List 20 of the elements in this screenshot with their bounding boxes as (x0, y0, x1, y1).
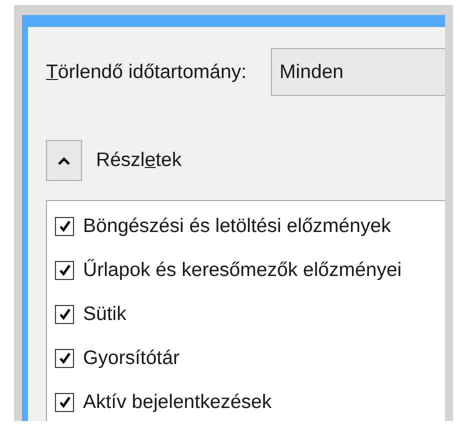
checkbox-label: Űrlapok és keresőmezők előzményei (83, 258, 402, 282)
checkbox[interactable] (55, 304, 74, 324)
checkbox[interactable] (55, 216, 74, 236)
checkbox-label: Böngészési és letöltési előzmények (83, 214, 391, 238)
check-icon (58, 395, 72, 409)
checkbox[interactable] (55, 260, 74, 280)
time-range-dropdown[interactable]: Minden (270, 48, 445, 96)
check-icon (58, 351, 72, 365)
time-range-label: Törlendő időtartomány: (46, 60, 247, 84)
checkbox[interactable] (55, 392, 74, 412)
checkbox-label: Sütik (83, 302, 126, 326)
checkbox-label: Aktív bejelentkezések (83, 390, 272, 414)
details-toggle-button[interactable] (46, 140, 82, 181)
details-label: Részletek (96, 149, 182, 172)
checkbox[interactable] (55, 348, 74, 368)
check-icon (58, 307, 72, 321)
check-icon (58, 263, 72, 277)
check-icon (58, 219, 72, 233)
checkbox-label: Gyorsítótár (83, 346, 180, 370)
chevron-up-icon (57, 156, 71, 166)
